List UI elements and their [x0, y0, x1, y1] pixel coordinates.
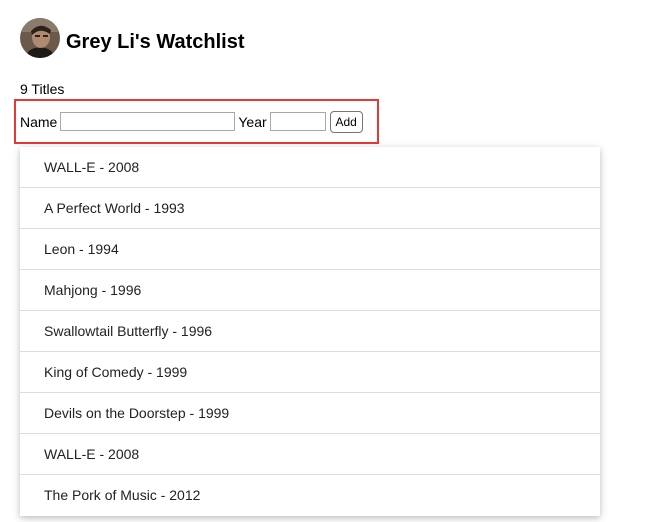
- add-button[interactable]: Add: [329, 110, 363, 133]
- list-item: King of Comedy - 1999: [20, 352, 600, 393]
- year-input[interactable]: [269, 112, 326, 131]
- name-label: Name: [20, 113, 58, 130]
- avatar: [20, 18, 60, 58]
- user-avatar-icon: [20, 18, 60, 58]
- list-item: WALL-E - 2008: [20, 147, 600, 188]
- add-movie-form: Name Year Add: [14, 99, 379, 144]
- movie-list: WALL-E - 2008 A Perfect World - 1993 Leo…: [20, 147, 600, 516]
- list-item: Devils on the Doorstep - 1999: [20, 393, 600, 434]
- year-label: Year: [238, 113, 267, 130]
- list-item: Mahjong - 1996: [20, 270, 600, 311]
- name-input[interactable]: [60, 112, 236, 131]
- list-item: The Pork of Music - 2012: [44, 487, 201, 503]
- list-item: WALL-E - 2008: [20, 434, 600, 475]
- page-title: Grey Li's Watchlist: [66, 31, 245, 53]
- list-item: A Perfect World - 1993: [20, 188, 600, 229]
- title-count: 9 Titles: [20, 81, 65, 97]
- page-header: Grey Li's Watchlist: [20, 16, 245, 60]
- list-item: Swallowtail Butterfly - 1996: [20, 311, 600, 352]
- list-item: Leon - 1994: [20, 229, 600, 270]
